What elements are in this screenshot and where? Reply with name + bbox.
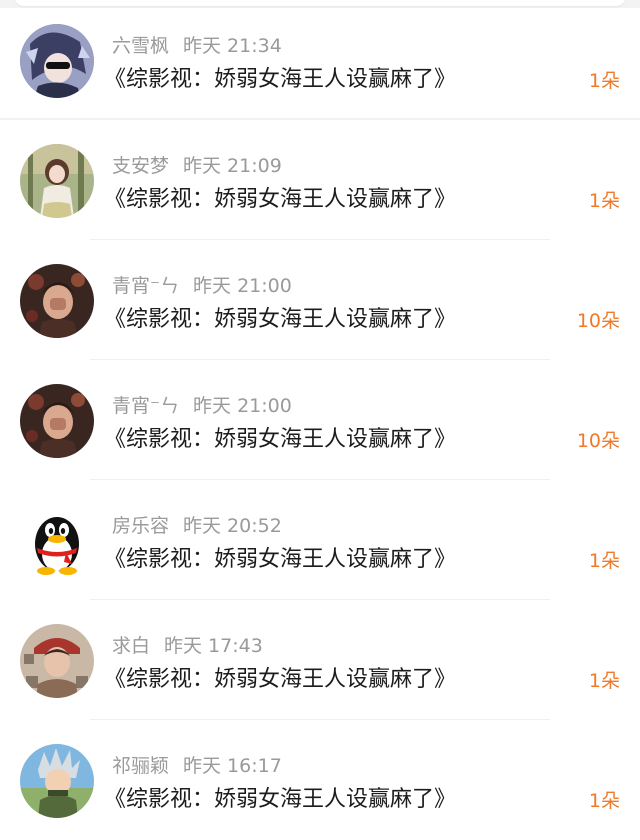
message-text[interactable]: 《综影视：娇弱女海王人设赢麻了》	[104, 424, 456, 456]
gift-count: 1朵	[588, 190, 620, 212]
timestamp: 昨天 21:00	[193, 395, 292, 417]
timestamp: 昨天 20:52	[183, 515, 282, 537]
silver-hair-boy-avatar[interactable]	[20, 744, 94, 818]
message-text[interactable]: 《综影视：娇弱女海王人设赢麻了》	[104, 64, 456, 96]
sender-line: 房乐容 昨天 20:52	[112, 514, 282, 538]
message-text[interactable]: 《综影视：娇弱女海王人设赢麻了》	[104, 304, 456, 336]
timestamp: 昨天 21:00	[193, 275, 292, 297]
message-text[interactable]: 《综影视：娇弱女海王人设赢麻了》	[104, 184, 456, 216]
timestamp: 昨天 21:09	[183, 155, 282, 177]
message-text[interactable]: 《综影视：娇弱女海王人设赢麻了》	[104, 664, 456, 696]
message-text[interactable]: 《综影视：娇弱女海王人设赢麻了》	[104, 544, 456, 576]
sender-name[interactable]: 求白	[112, 635, 150, 657]
sender-name[interactable]: 祁骊颖	[112, 755, 169, 777]
sender-name[interactable]: 房乐容	[112, 515, 169, 537]
girl-in-forest-avatar[interactable]	[20, 144, 94, 218]
list-item[interactable]: 六雪枫 昨天 21:34 《综影视：娇弱女海王人设赢麻了》 1朵	[0, 0, 640, 120]
timestamp: 昨天 16:17	[183, 755, 282, 777]
list-item[interactable]: 青宵⁻ㄣ 昨天 21:00 《综影视：娇弱女海王人设赢麻了》 10朵	[0, 240, 640, 360]
list-item[interactable]: 青宵⁻ㄣ 昨天 21:00 《综影视：娇弱女海王人设赢麻了》 10朵	[0, 360, 640, 480]
list-item[interactable]: 求白 昨天 17:43 《综影视：娇弱女海王人设赢麻了》 1朵	[0, 600, 640, 720]
woman-with-text-avatar[interactable]	[20, 624, 94, 698]
gift-count: 1朵	[588, 550, 620, 572]
timestamp: 昨天 21:34	[183, 35, 282, 57]
sender-line: 六雪枫 昨天 21:34	[112, 34, 282, 58]
timestamp: 昨天 17:43	[164, 635, 263, 657]
girl-with-flowers-avatar[interactable]	[20, 384, 94, 458]
list-item[interactable]: 房乐容 昨天 20:52 《综影视：娇弱女海王人设赢麻了》 1朵	[0, 480, 640, 600]
sender-line: 支安梦 昨天 21:09	[112, 154, 282, 178]
message-text[interactable]: 《综影视：娇弱女海王人设赢麻了》	[104, 784, 456, 816]
penguin-avatar[interactable]	[20, 504, 94, 578]
list-item[interactable]: 支安梦 昨天 21:09 《综影视：娇弱女海王人设赢麻了》 1朵	[0, 120, 640, 240]
sender-line: 祁骊颖 昨天 16:17	[112, 754, 282, 778]
gift-count: 10朵	[576, 310, 620, 332]
list-item[interactable]: 祁骊颖 昨天 16:17 《综影视：娇弱女海王人设赢麻了》 1朵	[0, 720, 640, 840]
anime-boy-avatar[interactable]	[20, 24, 94, 98]
sender-line: 求白 昨天 17:43	[112, 634, 263, 658]
girl-with-flowers-avatar[interactable]	[20, 264, 94, 338]
sender-name[interactable]: 支安梦	[112, 155, 169, 177]
sender-name[interactable]: 青宵⁻ㄣ	[112, 275, 179, 297]
gift-count: 10朵	[576, 430, 620, 452]
gift-count: 1朵	[588, 670, 620, 692]
sender-name[interactable]: 六雪枫	[112, 35, 169, 57]
sender-name[interactable]: 青宵⁻ㄣ	[112, 395, 179, 417]
sender-line: 青宵⁻ㄣ 昨天 21:00	[112, 274, 292, 298]
gift-count: 1朵	[588, 70, 620, 92]
sender-line: 青宵⁻ㄣ 昨天 21:00	[112, 394, 292, 418]
gift-count: 1朵	[588, 790, 620, 812]
